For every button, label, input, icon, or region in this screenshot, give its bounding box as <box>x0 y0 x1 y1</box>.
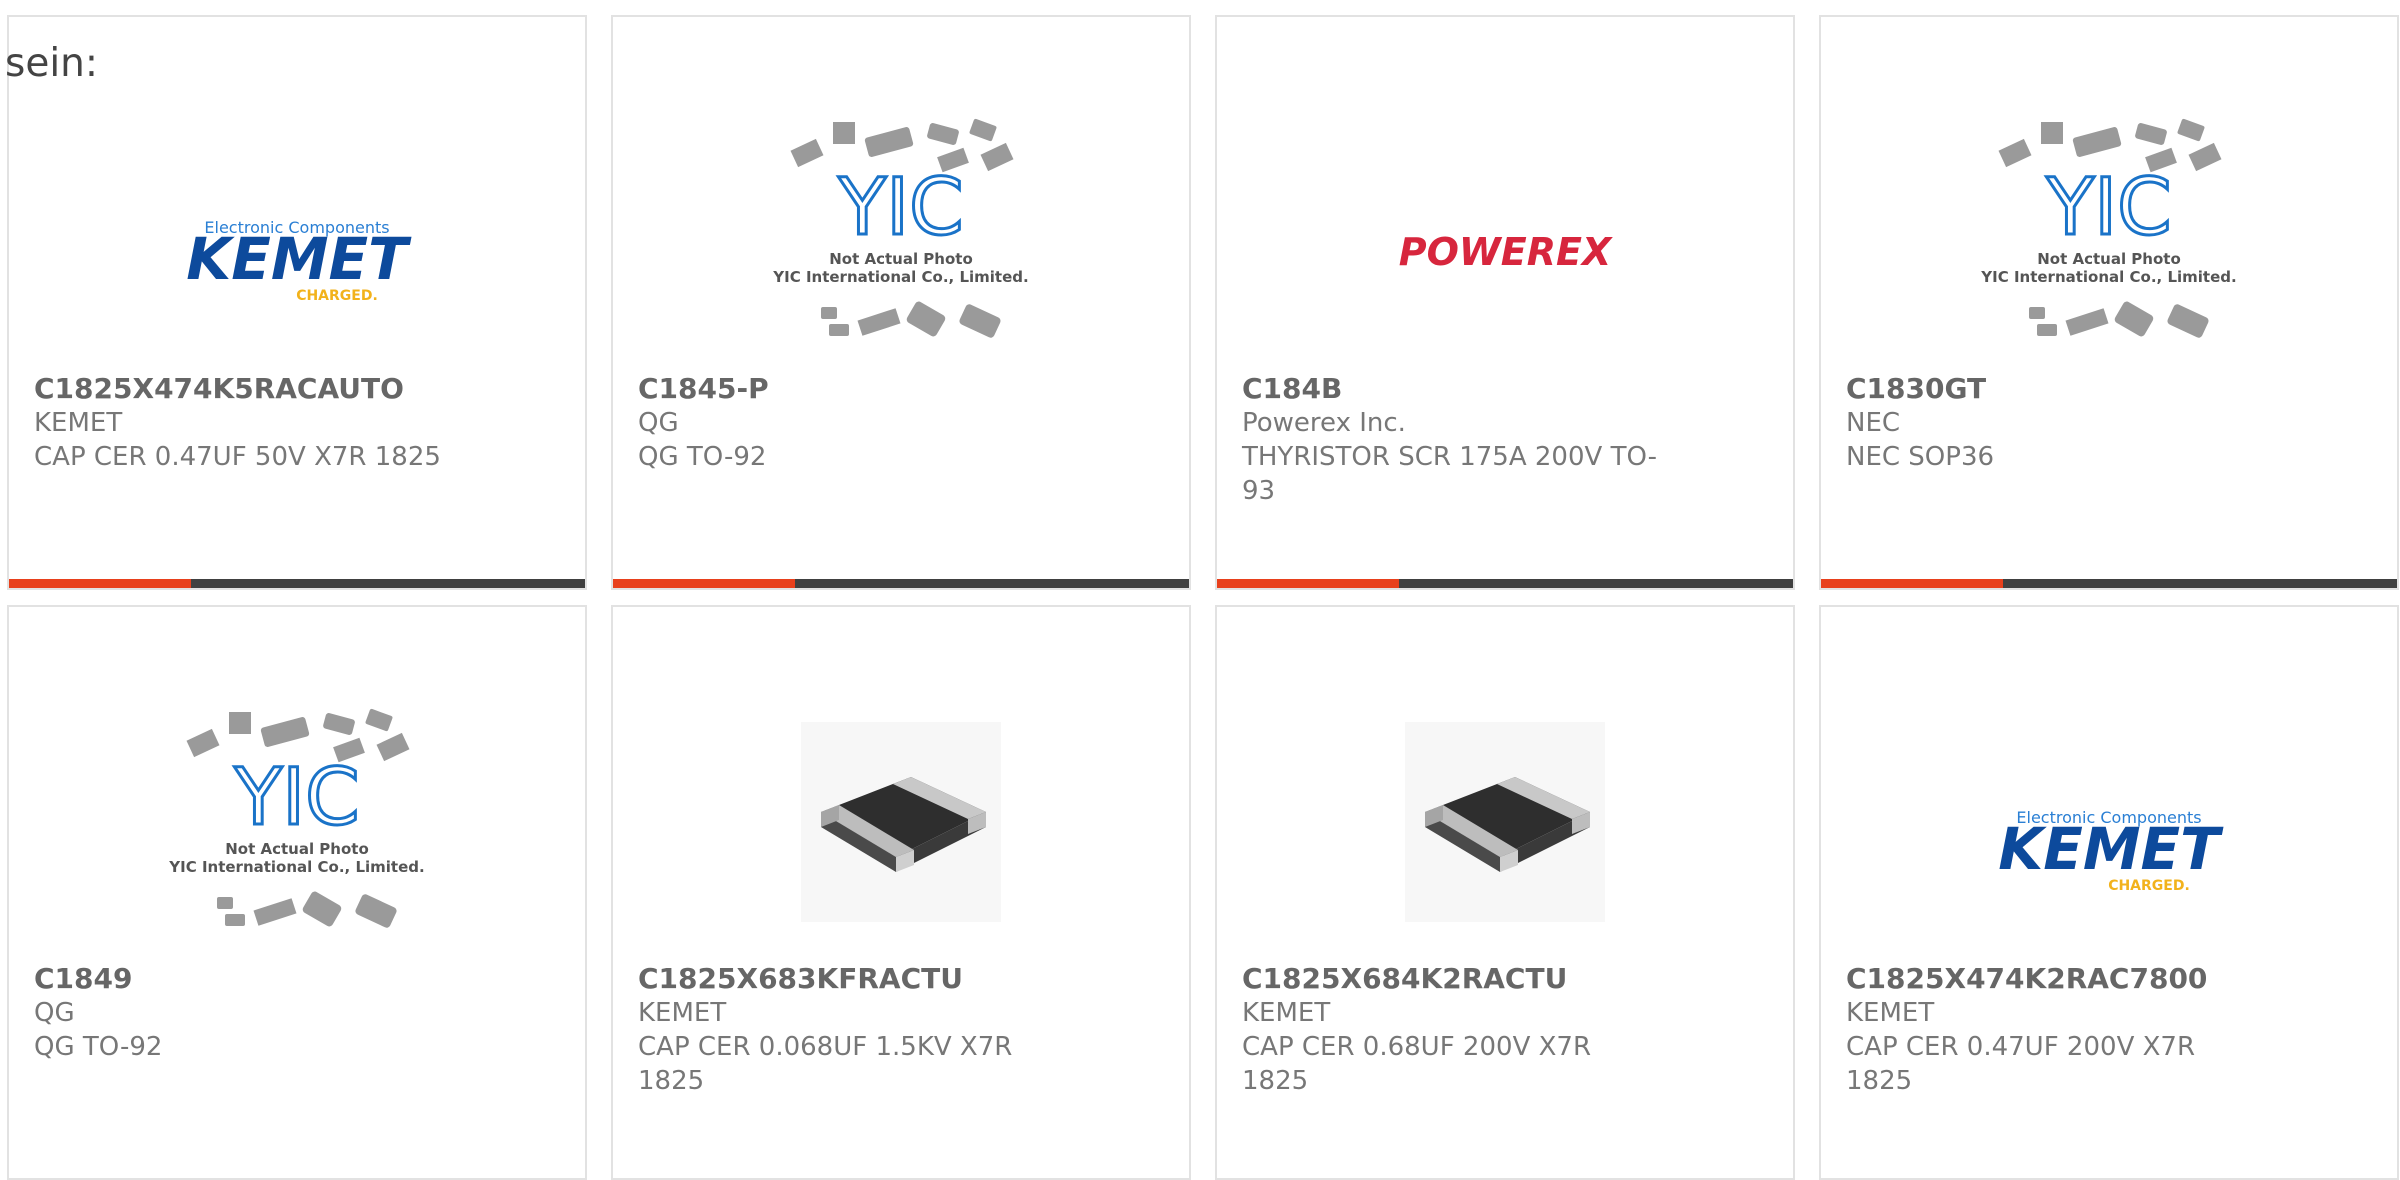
card-accent-bar <box>1821 579 2003 588</box>
card-bottom-bar <box>1217 579 1793 588</box>
part-number[interactable]: C1849 <box>34 962 454 996</box>
manufacturer: NEC <box>1846 408 1901 438</box>
manufacturer: QG <box>34 998 75 1028</box>
svg-text:YIC: YIC <box>233 753 359 843</box>
part-number[interactable]: C1830GT <box>1846 372 2266 406</box>
svg-text:Not Actual Photo: Not Actual Photo <box>225 840 369 858</box>
manufacturer: KEMET <box>638 998 727 1028</box>
description: CAP CER 0.47UF 50V X7R 1825 <box>34 442 441 472</box>
smd-capacitor-photo <box>1405 722 1605 922</box>
product-image-powerex-logo: POWEREX <box>1217 97 1793 367</box>
svg-text:KEMET: KEMET <box>1998 815 2224 883</box>
chip-icons-bottom <box>821 301 1001 338</box>
part-number[interactable]: C1825X474K2RAC7800 <box>1846 962 2266 996</box>
svg-text:Not Actual Photo: Not Actual Photo <box>2037 250 2181 268</box>
product-card[interactable]: YIC Not Actual Photo YIC International C… <box>1819 15 2399 590</box>
part-number[interactable]: C1825X474K5RACAUTO <box>34 372 454 406</box>
manufacturer: KEMET <box>1242 998 1331 1028</box>
manufacturer: Powerex Inc. <box>1242 408 1406 438</box>
product-image-smd-capacitor <box>1217 687 1793 957</box>
product-card[interactable]: Electronic Components KEMET CHARGED. C18… <box>7 15 587 590</box>
card-bottom-bar <box>1821 579 2397 588</box>
product-image-kemet-logo: Electronic Components KEMET CHARGED. <box>9 97 585 367</box>
description: QG TO-92 <box>638 442 767 472</box>
product-image-yic-placeholder: YIC Not Actual Photo YIC International C… <box>1821 97 2397 367</box>
part-number[interactable]: C1825X684K2RACTU <box>1242 962 1662 996</box>
card-bottom-bar <box>9 579 585 588</box>
product-info: C1849 QG QG TO-92 <box>34 962 454 1064</box>
product-image-kemet-logo: Electronic Components KEMET CHARGED. <box>1821 687 2397 957</box>
svg-text:CHARGED.: CHARGED. <box>296 288 378 304</box>
product-info: C1825X474K5RACAUTO KEMET CAP CER 0.47UF … <box>34 372 454 474</box>
description: NEC SOP36 <box>1846 442 1995 472</box>
page-heading: sein: <box>5 41 99 86</box>
svg-text:CHARGED.: CHARGED. <box>2108 878 2190 894</box>
svg-text:YIC International Co., Limited: YIC International Co., Limited. <box>168 858 424 876</box>
yic-placeholder-image: YIC Not Actual Photo YIC International C… <box>1980 118 2237 338</box>
product-info: C1830GT NEC NEC SOP36 <box>1846 372 2266 474</box>
description: CAP CER 0.47UF 200V X7R 1825 <box>1846 1032 2196 1096</box>
product-info: C184B Powerex Inc. THYRISTOR SCR 175A 20… <box>1242 372 1662 508</box>
kemet-logo: Electronic Components KEMET CHARGED. <box>1998 808 2224 894</box>
part-number[interactable]: C1825X683KFRACTU <box>638 962 1058 996</box>
product-info: C1825X474K2RAC7800 KEMET CAP CER 0.47UF … <box>1846 962 2266 1098</box>
svg-text:Not Actual Photo: Not Actual Photo <box>829 250 973 268</box>
kemet-logo: Electronic Components KEMET CHARGED. <box>186 218 412 304</box>
product-card[interactable]: Electronic Components KEMET CHARGED. C18… <box>1819 605 2399 1180</box>
yic-placeholder-image: YIC Not Actual Photo YIC International C… <box>772 118 1029 338</box>
description: CAP CER 0.68UF 200V X7R 1825 <box>1242 1032 1592 1096</box>
svg-text:YIC International Co., Limited: YIC International Co., Limited. <box>1980 268 2236 286</box>
manufacturer: KEMET <box>34 408 123 438</box>
card-accent-bar <box>1217 579 1399 588</box>
product-card[interactable]: C1825X683KFRACTU KEMET CAP CER 0.068UF 1… <box>611 605 1191 1180</box>
part-number[interactable]: C184B <box>1242 372 1662 406</box>
card-bottom-bar <box>613 579 1189 588</box>
description: QG TO-92 <box>34 1032 163 1062</box>
svg-text:YIC: YIC <box>2045 163 2171 253</box>
product-card[interactable]: YIC Not Actual Photo YIC International C… <box>7 605 587 1180</box>
chip-icons-bottom <box>2029 301 2209 338</box>
product-card[interactable]: POWEREX C184B Powerex Inc. THYRISTOR SCR… <box>1215 15 1795 590</box>
smd-capacitor-photo <box>801 722 1001 922</box>
description: CAP CER 0.068UF 1.5KV X7R 1825 <box>638 1032 1013 1096</box>
description: THYRISTOR SCR 175A 200V TO-93 <box>1242 442 1658 506</box>
product-info: C1825X684K2RACTU KEMET CAP CER 0.68UF 20… <box>1242 962 1662 1098</box>
card-accent-bar <box>613 579 795 588</box>
part-number[interactable]: C1845-P <box>638 372 1058 406</box>
product-card[interactable]: YIC Not Actual Photo YIC International C… <box>611 15 1191 590</box>
product-card[interactable]: C1825X684K2RACTU KEMET CAP CER 0.68UF 20… <box>1215 605 1795 1180</box>
product-grid: Electronic Components KEMET CHARGED. C18… <box>0 0 2400 1180</box>
powerex-logo: POWEREX <box>1399 230 1613 274</box>
svg-text:POWEREX: POWEREX <box>1399 230 1613 274</box>
chip-icons-bottom <box>217 891 397 928</box>
product-info: C1845-P QG QG TO-92 <box>638 372 1058 474</box>
manufacturer: QG <box>638 408 679 438</box>
svg-text:YIC International Co., Limited: YIC International Co., Limited. <box>772 268 1028 286</box>
manufacturer: KEMET <box>1846 998 1935 1028</box>
svg-text:YIC: YIC <box>837 163 963 253</box>
product-image-yic-placeholder: YIC Not Actual Photo YIC International C… <box>613 97 1189 367</box>
yic-placeholder-image: YIC Not Actual Photo YIC International C… <box>168 708 425 928</box>
svg-text:KEMET: KEMET <box>186 225 412 293</box>
card-accent-bar <box>9 579 191 588</box>
product-image-smd-capacitor <box>613 687 1189 957</box>
product-image-yic-placeholder: YIC Not Actual Photo YIC International C… <box>9 687 585 957</box>
product-info: C1825X683KFRACTU KEMET CAP CER 0.068UF 1… <box>638 962 1058 1098</box>
